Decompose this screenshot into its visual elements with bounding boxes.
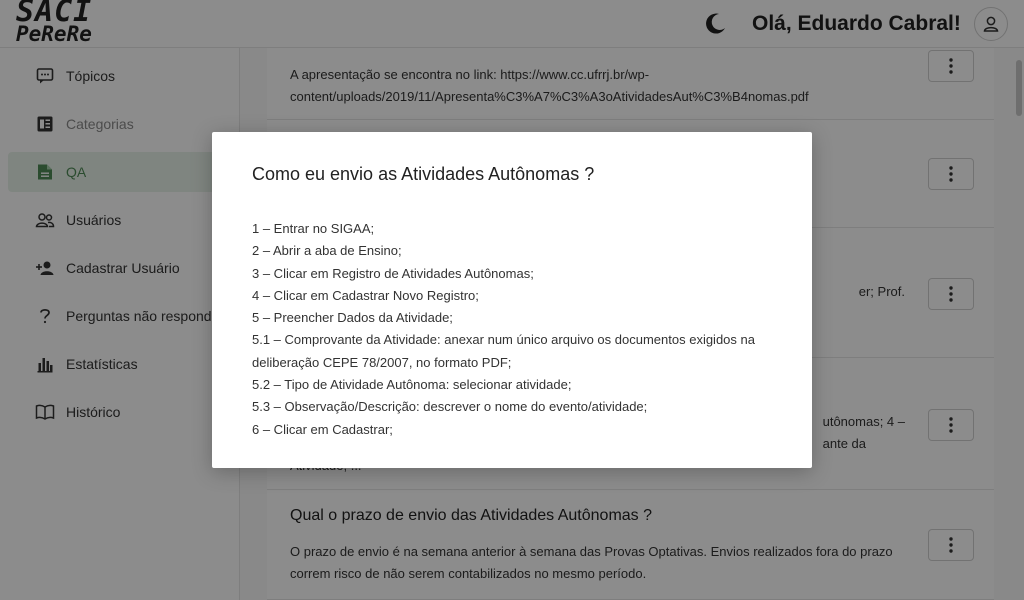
answer-line: 5 – Preencher Dados da Atividade; xyxy=(252,310,453,326)
answer-line: 1 – Entrar no SIGAA; xyxy=(252,221,375,236)
answer-line: 6 – Clicar em Cadastrar; xyxy=(252,421,393,437)
modal-title: Como eu envio as Atividades Autônomas ? xyxy=(252,164,595,184)
answer-line: 5.2 – Tipo de Atividade Autônoma: seleci… xyxy=(252,377,572,393)
answer-line: 3 – Clicar em Registro de Atividades Aut… xyxy=(252,265,534,281)
qa-detail-modal: Como eu envio as Atividades Autônomas ? … xyxy=(212,132,812,468)
answer-line: 5.3 – Observação/Descrição: descrever o … xyxy=(252,399,648,415)
answer-line: 2 – Abrir a aba de Ensino; xyxy=(252,243,402,259)
answer-line: 4 – Clicar em Cadastrar Novo Registro; xyxy=(252,287,479,303)
answer-line: 5.1 – Comprovante da Atividade: anexar n… xyxy=(252,332,755,370)
modal-answer: 1 – Entrar no SIGAA; 2 – Abrir a aba de … xyxy=(252,218,782,441)
